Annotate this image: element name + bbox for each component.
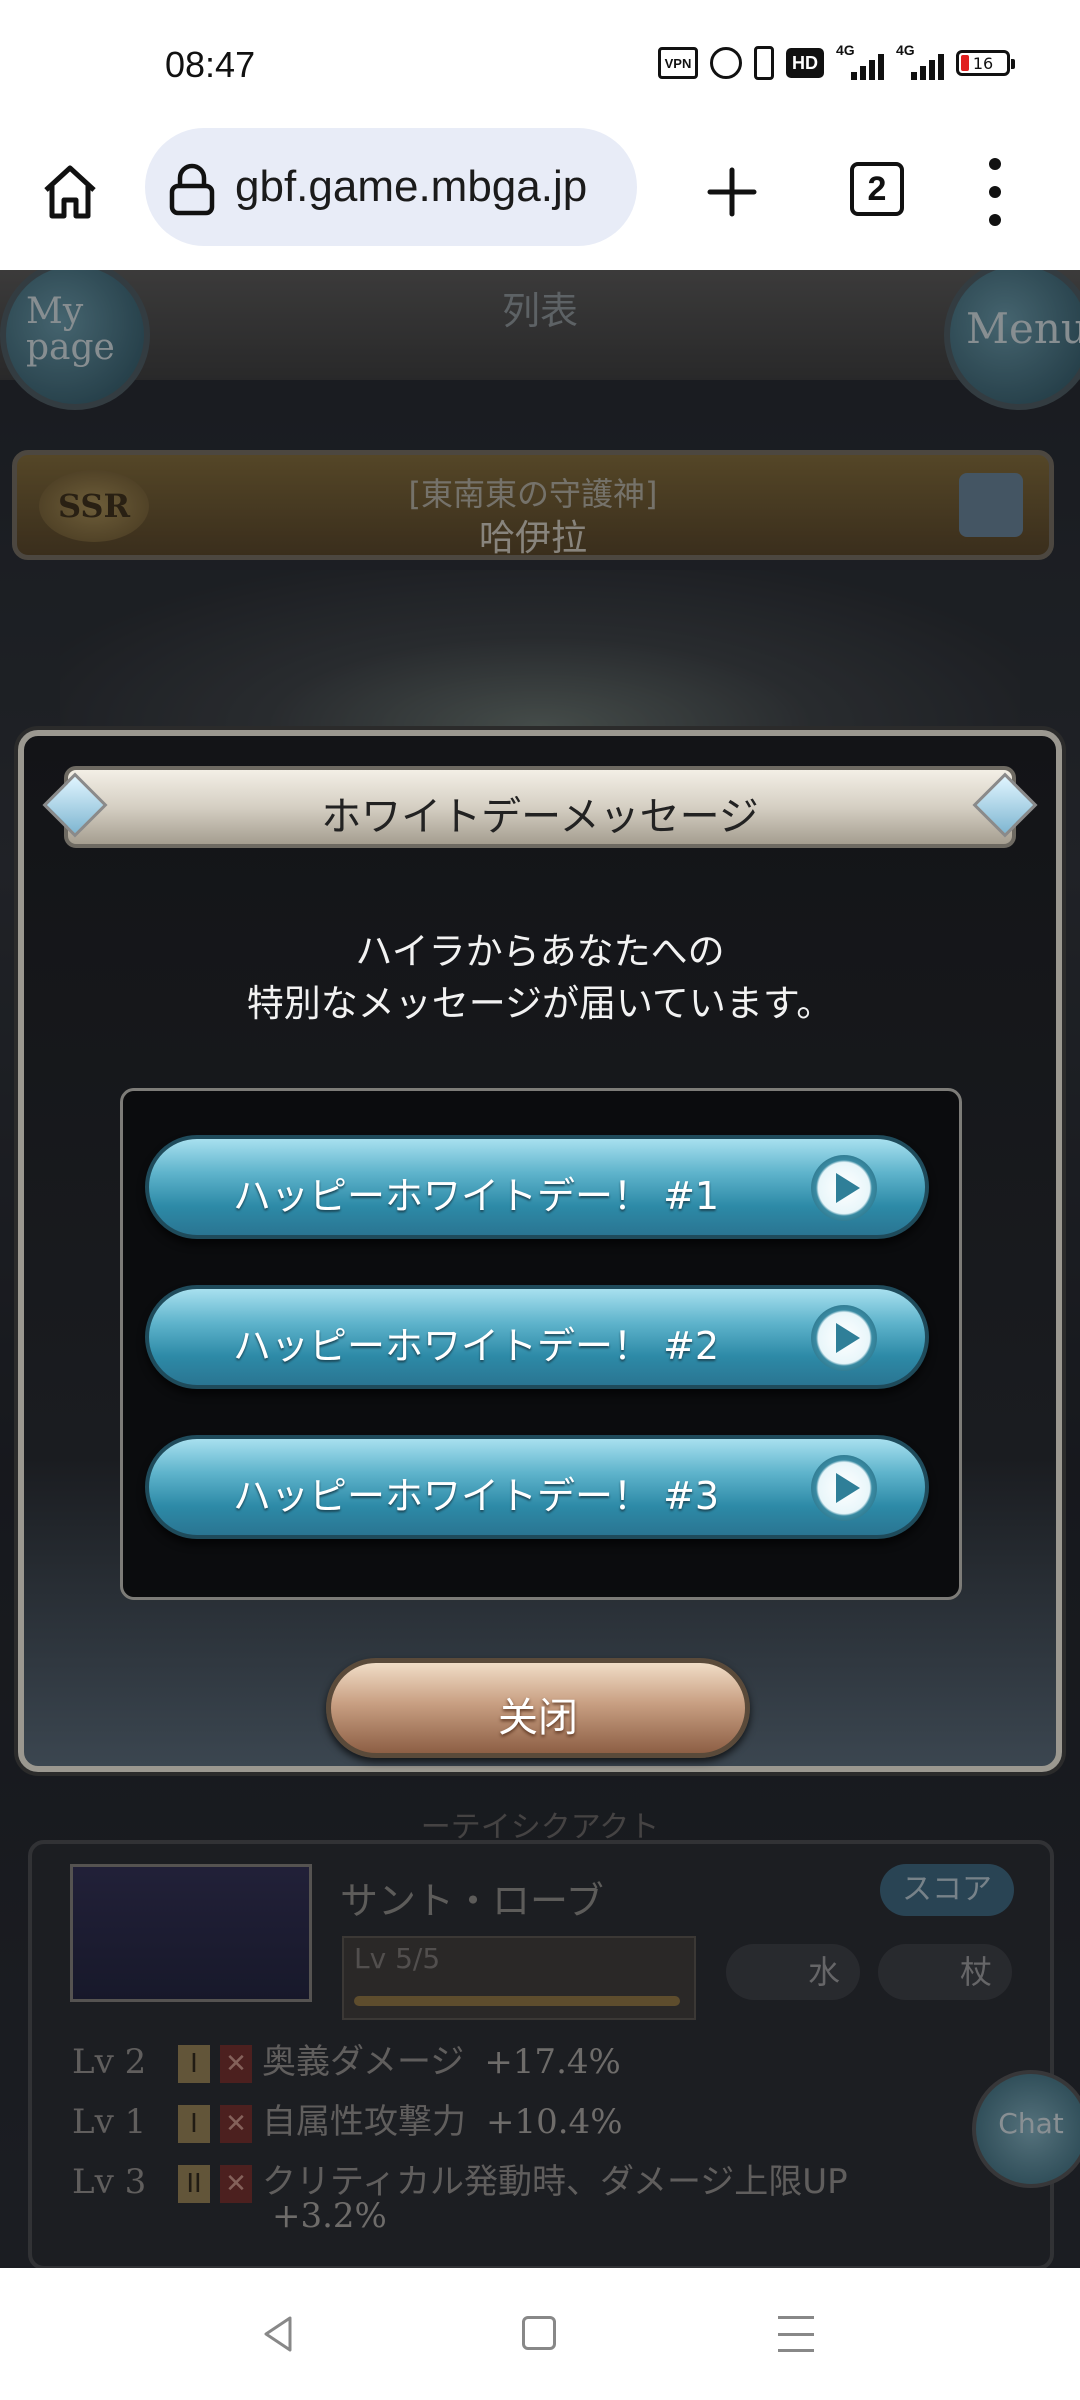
message-2-button[interactable]: ハッピーホワイトデー！ #2 (145, 1285, 929, 1389)
tab-switcher-button[interactable]: 2 (850, 162, 904, 216)
dialog-title: ホワイトデーメッセージ (321, 794, 759, 840)
close-button[interactable]: 关闭 (326, 1658, 750, 1758)
white-day-message-dialog: ホワイトデーメッセージ ハイラからあなたへの 特別なメッセージが届いています。 … (18, 730, 1062, 1772)
battery-icon: 16 (956, 50, 1015, 76)
play-icon (811, 1305, 877, 1371)
home-icon[interactable] (38, 160, 102, 224)
play-icon (811, 1455, 877, 1521)
system-navigation-bar (0, 2268, 1080, 2400)
status-icons: VPN HD 4G 4G 16 (658, 42, 1015, 80)
message-3-button[interactable]: ハッピーホワイトデー！ #3 (145, 1435, 929, 1539)
message-1-button[interactable]: ハッピーホワイトデー！ #1 (145, 1135, 929, 1239)
game-viewport: 列表 My page Menu SSR [東南東の守護神] 哈伊拉 ーテイシクア… (0, 270, 1080, 2268)
dialog-message: ハイラからあなたへの 特別なメッセージが届いています。 (246, 930, 834, 1025)
address-bar[interactable]: gbf.game.mbga.jp (145, 128, 637, 246)
home-nav-icon[interactable] (522, 2316, 556, 2350)
message-list-panel: ハッピーホワイトデー！ #1 ハッピーホワイトデー！ #2 ハッピーホワイトデー… (120, 1088, 962, 1600)
play-icon (811, 1155, 877, 1221)
recents-icon[interactable] (778, 2316, 814, 2352)
alarm-icon (710, 47, 742, 79)
browser-menu-icon[interactable] (980, 158, 1010, 226)
hd-icon: HD (786, 48, 824, 78)
status-bar: 08:47 VPN HD 4G 4G 16 (0, 0, 1080, 120)
url-text: gbf.game.mbga.jp (235, 162, 588, 211)
dialog-title-bar: ホワイトデーメッセージ (64, 766, 1016, 848)
status-time: 08:47 (165, 44, 256, 85)
signal-icon: 4G (836, 42, 884, 80)
back-icon[interactable] (258, 2314, 298, 2354)
vibrate-icon (754, 46, 774, 80)
vpn-icon: VPN (658, 47, 698, 79)
signal-icon: 4G (896, 42, 944, 80)
new-tab-icon[interactable] (700, 160, 764, 224)
lock-icon (169, 163, 215, 216)
browser-toolbar: gbf.game.mbga.jp 2 (0, 120, 1080, 270)
